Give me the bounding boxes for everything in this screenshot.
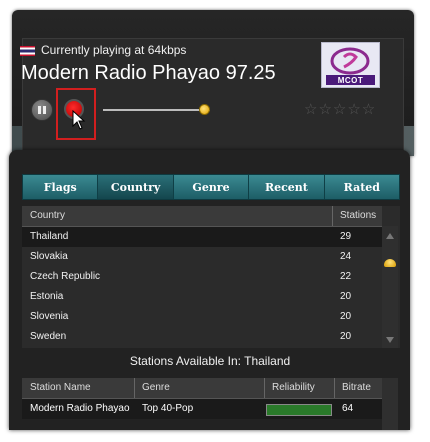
column-divider xyxy=(332,206,333,226)
scroll-down-icon[interactable] xyxy=(386,337,394,343)
station-logo: MCOT xyxy=(321,42,380,88)
reliability-bar xyxy=(266,404,332,416)
pause-button[interactable] xyxy=(31,99,53,121)
table-row[interactable]: Slovakia 24 xyxy=(22,247,382,267)
column-divider xyxy=(134,378,135,398)
scroll-up-icon[interactable] xyxy=(386,233,394,239)
country-name: Slovenia xyxy=(30,311,69,322)
scrollbar-thumb[interactable] xyxy=(384,259,396,267)
station-count: 29 xyxy=(340,231,352,242)
station-name-cell: Modern Radio Phayao xyxy=(30,403,130,414)
table-row[interactable]: Modern Radio Phayao Top 40-Pop 64 xyxy=(22,399,382,419)
column-divider xyxy=(264,378,265,398)
column-divider xyxy=(334,378,335,398)
table-row[interactable]: Sweden 20 xyxy=(22,327,382,347)
genre-cell: Top 40-Pop xyxy=(142,403,194,414)
tab-recent[interactable]: Recent xyxy=(249,175,325,199)
country-name: Slovakia xyxy=(30,251,68,262)
now-playing-label: Currently playing at 64kbps xyxy=(41,43,187,57)
bitrate-cell: 64 xyxy=(342,403,354,414)
station-name: Modern Radio Phayao 97.25 xyxy=(21,62,276,84)
table-row[interactable]: Thailand 29 xyxy=(22,227,382,247)
country-name: Estonia xyxy=(30,291,64,302)
station-count: 24 xyxy=(340,251,352,262)
country-table-header: Country Stations xyxy=(22,206,382,227)
table-row[interactable]: Estonia 20 xyxy=(22,287,382,307)
table-row[interactable]: Czech Republic 22 xyxy=(22,267,382,287)
mouse-cursor-icon xyxy=(72,110,86,130)
country-name: Czech Republic xyxy=(30,271,101,282)
logo-text: MCOT xyxy=(337,76,364,85)
table-row[interactable]: Slovenia 20 xyxy=(22,307,382,327)
stations-scrollbar[interactable] xyxy=(382,378,398,430)
rating-stars[interactable]: ☆☆☆☆☆ xyxy=(304,100,376,118)
stations-section-title: Stations Available In: Thailand xyxy=(129,354,291,368)
volume-slider-track[interactable] xyxy=(103,109,210,111)
thailand-flag-icon xyxy=(20,46,35,56)
column-header-bitrate[interactable]: Bitrate xyxy=(342,382,371,393)
column-header-reliability[interactable]: Reliability xyxy=(272,382,315,393)
column-header-country[interactable]: Country xyxy=(30,210,65,221)
tab-rated[interactable]: Rated xyxy=(324,175,400,199)
column-header-station-name[interactable]: Station Name xyxy=(30,382,91,393)
country-name: Sweden xyxy=(30,331,67,342)
tab-flags[interactable]: Flags xyxy=(23,175,99,199)
station-count: 20 xyxy=(340,311,352,322)
browse-tabs: Flags Country Genre Recent Rated xyxy=(22,174,400,200)
station-count: 20 xyxy=(340,291,352,302)
station-count: 20 xyxy=(340,331,352,342)
country-name: Thailand xyxy=(30,231,69,242)
country-scrollbar[interactable] xyxy=(382,226,398,348)
tab-country[interactable]: Country xyxy=(98,175,174,199)
stations-table-header: Station Name Genre Reliability Bitrate xyxy=(22,378,382,399)
station-count: 22 xyxy=(340,271,352,282)
column-header-stations[interactable]: Stations xyxy=(340,210,376,221)
column-header-genre[interactable]: Genre xyxy=(142,382,170,393)
tab-genre[interactable]: Genre xyxy=(173,175,250,199)
